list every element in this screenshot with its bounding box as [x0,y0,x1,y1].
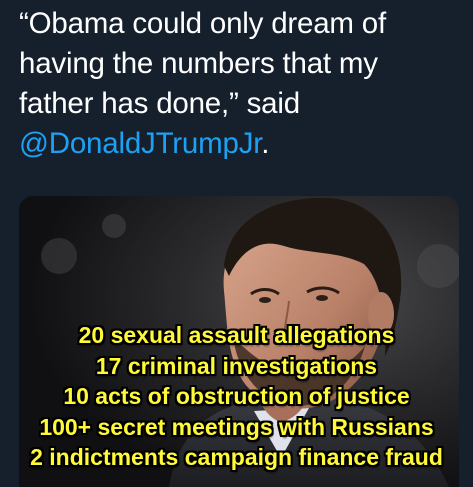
quote-text: Obama could only dream of having the num… [19,7,387,120]
meme-caption: 20 sexual assault allegations 17 crimina… [0,320,473,473]
mention-link[interactable]: @DonaldJTrumpJr [19,127,261,160]
quote-open: “ [19,7,29,40]
said-text: said [238,87,301,120]
tweet-text: “Obama could only dream of having the nu… [19,4,459,164]
caption-line: 10 acts of obstruction of justice [63,383,410,409]
tweet-screenshot: “Obama could only dream of having the nu… [0,0,473,487]
caption-line: 17 criminal investigations [95,352,378,379]
caption-line: 100+ secret meetings with Russians [39,413,434,440]
period-text: . [261,127,270,160]
caption-line: 2 indictments campaign finance fraud [30,444,443,470]
caption-line: 20 sexual assault allegations [78,322,395,348]
